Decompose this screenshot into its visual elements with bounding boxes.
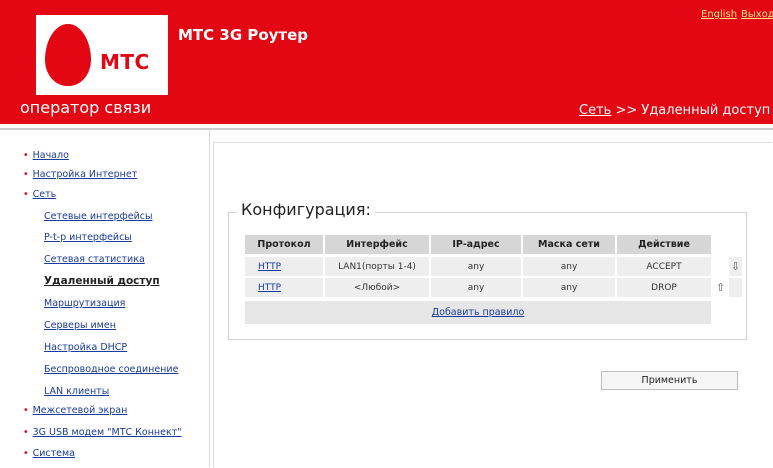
column-header-action: Действие [617,235,711,254]
breadcrumb-link-network[interactable]: Сеть [579,103,611,118]
sidebar-item-system[interactable]: Система [23,448,75,459]
sidebar-item-firewall[interactable]: Межсетевой экран [23,405,128,416]
sidebar-item-dhcp[interactable]: Настройка DHCP [44,342,127,353]
add-rule-link[interactable]: Добавить правило [245,301,711,324]
rule-interface: <Любой> [325,278,429,297]
rule-ip: any [431,278,521,297]
sidebar-item-network[interactable]: Сеть [23,189,57,200]
column-header-interface: Интерфейс [325,235,429,254]
arrow-up-icon[interactable]: ⇧ [714,278,727,297]
page-title: МТС 3G Роутер [178,26,309,44]
rule-interface: LAN1(порты 1-4) [325,257,429,276]
rule-action: ACCEPT [617,257,711,276]
sidebar-item-remote-access[interactable]: Удаленный доступ [44,275,160,287]
sidebar-item-network-stats[interactable]: Сетевая статистика [44,254,145,265]
logout-link[interactable]: Выход [741,9,773,20]
empty-cell [729,278,742,297]
rule-protocol-link[interactable]: HTTP [245,257,323,276]
sidebar-item-home[interactable]: Начало [23,150,69,161]
sidebar-item-lan-clients[interactable]: LAN клиенты [44,386,109,397]
sidebar-item-wireless[interactable]: Беспроводное соединение [44,364,178,375]
language-link-english[interactable]: English [701,9,737,20]
empty-cell [714,257,727,276]
rule-mask: any [523,278,615,297]
logo-text: МТС [100,50,150,74]
apply-button[interactable]: Применить [601,371,738,390]
sidebar-item-ptp-interfaces[interactable]: P-t-p интерфейсы [44,232,132,243]
sidebar-item-network-interfaces[interactable]: Сетевые интерфейсы [44,211,152,222]
rule-protocol-link[interactable]: HTTP [245,278,323,297]
rule-action: DROP [617,278,711,297]
column-header-protocol: Протокол [245,235,323,254]
sidebar-divider [209,130,210,467]
breadcrumb-current: Удаленный доступ [641,103,771,118]
arrow-down-icon[interactable]: ⇩ [729,257,742,276]
sidebar-item-name-servers[interactable]: Серверы имен [44,320,116,331]
sidebar-item-routing[interactable]: Маршрутизация [44,298,125,309]
rule-mask: any [523,257,615,276]
column-header-ip: IP-адрес [431,235,521,254]
tagline: оператор связи [20,98,152,117]
section-title: Конфигурация: [237,200,375,219]
sidebar-item-3g-modem[interactable]: 3G USB модем "МТС Коннект" [23,427,182,438]
column-header-mask: Маска сети [523,235,615,254]
rule-ip: any [431,257,521,276]
mts-egg-icon [45,24,91,86]
breadcrumb: Сеть >> Удаленный доступ [579,103,770,118]
sidebar-item-internet-settings[interactable]: Настройка Интернет [23,169,138,180]
breadcrumb-separator: >> [615,103,638,118]
